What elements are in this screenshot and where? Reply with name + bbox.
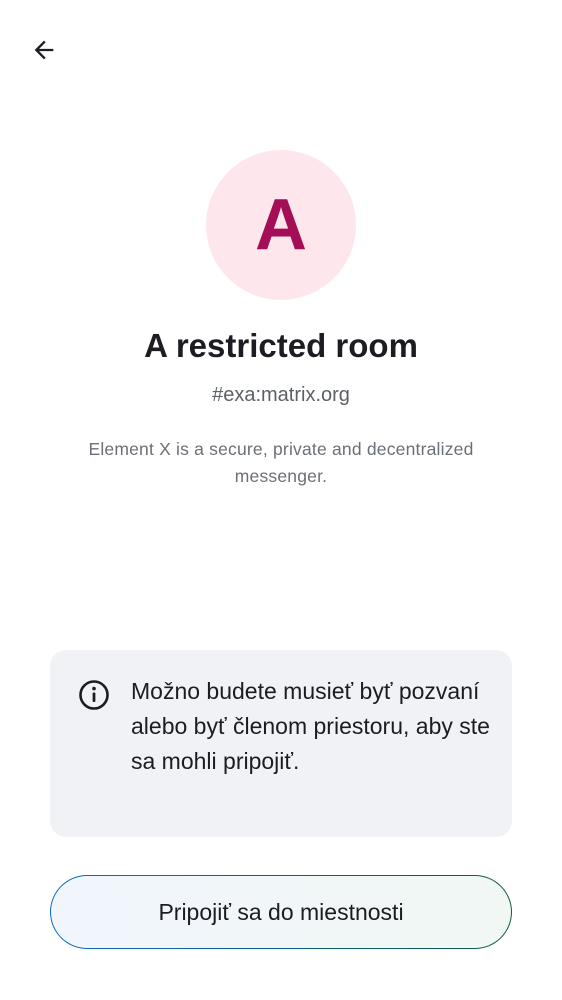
- join-room-screen: A A restricted room #exa:matrix.org Elem…: [0, 0, 562, 1000]
- room-description: Element X is a secure, private and decen…: [88, 439, 474, 486]
- arrow-left-icon: [34, 40, 54, 60]
- room-alias: #exa:matrix.org: [212, 384, 350, 406]
- room-name: A restricted room: [144, 327, 418, 364]
- back-button[interactable]: [20, 26, 68, 74]
- join-room-button[interactable]: Pripojiť sa do miestnosti: [50, 875, 512, 949]
- room-avatar: A: [206, 150, 356, 300]
- info-icon: [79, 680, 109, 710]
- avatar-letter: A: [255, 185, 307, 265]
- join-room-button-label: Pripojiť sa do miestnosti: [158, 898, 404, 925]
- info-notice-text: Možno budete musieť byť pozvaní alebo by…: [131, 678, 490, 774]
- info-notice: Možno budete musieť byť pozvaní alebo by…: [50, 650, 512, 837]
